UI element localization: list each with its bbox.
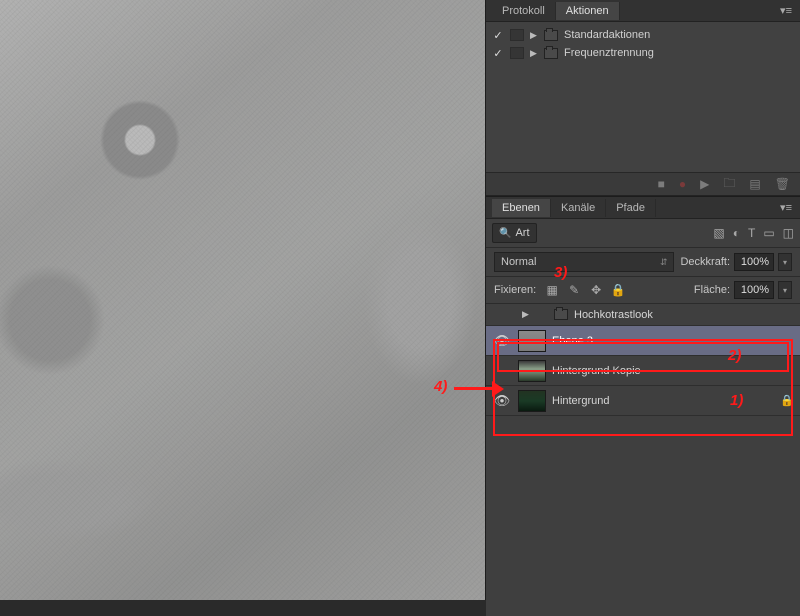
layer-row[interactable]: 👁 Ebene 3	[486, 326, 800, 356]
layer-row[interactable]: 👁 Hintergrund 🔒	[486, 386, 800, 416]
lock-pixels-icon[interactable]: ✎	[566, 283, 582, 297]
layer-name[interactable]: Hintergrund Kopie	[552, 365, 794, 377]
fill-field[interactable]: 100%	[734, 281, 774, 299]
checkmark-icon[interactable]: ✓	[492, 29, 504, 42]
tab-actions[interactable]: Aktionen	[556, 2, 620, 20]
visibility-toggle[interactable]: 👁	[492, 393, 512, 409]
layer-row[interactable]: 👁 Hintergrund Kopie	[486, 356, 800, 386]
record-icon[interactable]: ●	[679, 177, 686, 191]
folder-icon	[544, 30, 558, 41]
actions-panel: Protokoll Aktionen ▾≡ ✓ ▶ Standardaktion…	[486, 0, 800, 196]
lock-label: Fixieren:	[494, 284, 536, 296]
tab-paths[interactable]: Pfade	[606, 199, 656, 217]
visibility-toggle[interactable]: 👁	[492, 333, 512, 349]
stop-icon[interactable]: ■	[658, 177, 665, 191]
play-icon[interactable]: ▶	[700, 177, 709, 191]
panel-menu-icon[interactable]: ▾≡	[776, 2, 796, 19]
action-set-row[interactable]: ✓ ▶ Frequenztrennung	[492, 44, 794, 62]
dialog-toggle[interactable]	[510, 47, 524, 59]
opacity-label: Deckkraft:	[680, 256, 730, 268]
checkmark-icon[interactable]: ✓	[492, 47, 504, 60]
tab-channels[interactable]: Kanäle	[551, 199, 606, 217]
fill-label: Fläche:	[694, 284, 730, 296]
lock-position-icon[interactable]: ✥	[588, 283, 604, 297]
action-set-label: Standardaktionen	[564, 29, 650, 41]
actions-toolbar: ■ ● ▶ 🗀 ▤ 🗑	[486, 172, 800, 196]
layer-thumbnail[interactable]	[518, 360, 546, 382]
tab-layers[interactable]: Ebenen	[492, 199, 551, 217]
trash-icon[interactable]: 🗑	[775, 177, 790, 191]
layers-tabs: Ebenen Kanäle Pfade ▾≡	[486, 197, 800, 219]
action-set-row[interactable]: ✓ ▶ Standardaktionen	[492, 26, 794, 44]
folder-icon	[554, 309, 568, 320]
lock-all-icon[interactable]: 🔒	[610, 283, 626, 297]
right-panel-dock: Protokoll Aktionen ▾≡ ✓ ▶ Standardaktion…	[485, 0, 800, 600]
layer-filter-icons: ▧ ◐ T ▭ ◫	[713, 226, 794, 240]
lock-icon: 🔒	[780, 394, 794, 407]
expand-caret-icon[interactable]: ▶	[530, 30, 538, 41]
layer-name[interactable]: Hochkotrastlook	[574, 309, 794, 321]
opacity-field[interactable]: 100%	[734, 253, 774, 271]
layer-group-row[interactable]: 👁 ▶ Hochkotrastlook	[486, 304, 800, 326]
search-icon: 🔍	[499, 228, 511, 239]
blend-mode-value: Normal	[501, 256, 536, 268]
action-set-label: Frequenztrennung	[564, 47, 654, 59]
actions-list: ✓ ▶ Standardaktionen ✓ ▶ Frequenztrennun…	[486, 22, 800, 172]
new-set-icon[interactable]: 🗀	[723, 174, 735, 195]
panel-menu-icon[interactable]: ▾≡	[776, 199, 796, 216]
filter-type-icon[interactable]: T	[748, 226, 755, 240]
folder-icon	[544, 48, 558, 59]
lock-fill-row: Fixieren: ▦ ✎ ✥ 🔒 Fläche: 100% ▾	[486, 277, 800, 304]
layers-panel: Ebenen Kanäle Pfade ▾≡ 🔍 Art ▧ ◐ T ▭ ◫ N…	[486, 196, 800, 616]
tab-protocol[interactable]: Protokoll	[492, 2, 556, 20]
layer-type-filter[interactable]: 🔍 Art	[492, 223, 537, 243]
layer-name[interactable]: Ebene 3	[552, 335, 794, 347]
layers-list: 👁 ▶ Hochkotrastlook 👁 Ebene 3 👁 Hintergr…	[486, 304, 800, 416]
layer-name[interactable]: Hintergrund	[552, 395, 774, 407]
filter-adjust-icon[interactable]: ◐	[733, 226, 740, 240]
dropdown-arrows-icon: ⇵	[660, 257, 668, 268]
layer-thumbnail[interactable]	[518, 390, 546, 412]
actions-tabs: Protokoll Aktionen ▾≡	[486, 0, 800, 22]
layers-empty-area	[486, 416, 800, 616]
expand-caret-icon[interactable]: ▶	[522, 309, 530, 320]
visibility-toggle[interactable]: 👁	[492, 363, 512, 379]
filter-shape-icon[interactable]: ▭	[763, 226, 774, 240]
new-action-icon[interactable]: ▤	[749, 177, 760, 191]
opacity-stepper[interactable]: ▾	[778, 253, 792, 271]
expand-caret-icon[interactable]: ▶	[530, 48, 538, 59]
layer-filter-row: 🔍 Art ▧ ◐ T ▭ ◫	[486, 219, 800, 248]
filter-smart-icon[interactable]: ◫	[783, 226, 794, 240]
canvas-image	[0, 0, 485, 600]
document-canvas[interactable]	[0, 0, 485, 600]
dialog-toggle[interactable]	[510, 29, 524, 41]
blend-opacity-row: Normal ⇵ Deckkraft: 100% ▾	[486, 248, 800, 277]
fill-stepper[interactable]: ▾	[778, 281, 792, 299]
visibility-toggle[interactable]: 👁	[492, 307, 512, 323]
layer-thumbnail[interactable]	[518, 330, 546, 352]
lock-transparency-icon[interactable]: ▦	[544, 283, 560, 297]
filter-image-icon[interactable]: ▧	[713, 226, 724, 240]
blend-mode-dropdown[interactable]: Normal ⇵	[494, 252, 674, 272]
type-filter-label: Art	[515, 227, 529, 239]
